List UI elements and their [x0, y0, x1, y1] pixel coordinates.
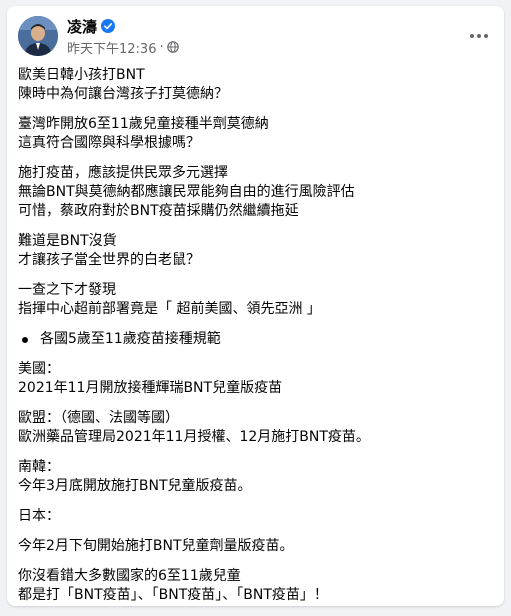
- globe-icon[interactable]: [166, 41, 179, 53]
- post-header: 凌濤 昨天下午12:36 ·: [7, 6, 504, 62]
- post-line: 陳時中為何讓台灣孩子打莫德納？: [18, 86, 228, 102]
- more-dot: [470, 34, 474, 38]
- author-name[interactable]: 凌濤: [67, 16, 97, 37]
- post-paragraph: 施打疫苗，應該提供民眾多元選擇 無論BNT與莫德納都應讓民眾能夠自由的進行風險評…: [18, 164, 488, 221]
- post-line: 2021年11月開放接種輝瑞BNT兒童版疫苗: [18, 380, 283, 396]
- meta-separator: ·: [159, 39, 164, 55]
- country-paragraph: 日本：: [18, 507, 488, 526]
- post-body: 歐美日韓小孩打BNT 陳時中為何讓台灣孩子打莫德納？ 臺灣昨開放6至11歲兒童接…: [18, 66, 488, 616]
- post-line: 無論BNT與莫德納都應讓民眾能夠自由的進行風險評估: [18, 184, 355, 200]
- more-dot: [477, 34, 481, 38]
- post-paragraph: 一查之下才發現 指揮中心超前部署竟是「 超前美國、領先亞洲 」: [18, 281, 488, 319]
- post-line: 這真符合國際與科學根據嗎？: [18, 135, 200, 151]
- post-paragraph: 難道是BNT沒貨 才讓孩子當全世界的白老鼠？: [18, 232, 488, 270]
- bullet-text: 各國5歲至11歲疫苗接種規範: [40, 331, 221, 347]
- country-paragraph: 南韓： 今年3月底開放施打BNT兒童版疫苗。: [18, 458, 488, 496]
- post-line: 歐美日韓小孩打BNT: [18, 67, 145, 83]
- post-line: 都是打「BNT疫苗」、「BNT疫苗」、「BNT疫苗」！: [18, 587, 328, 603]
- post-paragraph: 歐美日韓小孩打BNT 陳時中為何讓台灣孩子打莫德納？: [18, 66, 488, 104]
- post-line: 今年3月底開放施打BNT兒童版疫苗。: [18, 478, 252, 494]
- closing-paragraph: 你沒看錯大多數國家的6至11歲兒童 都是打「BNT疫苗」、「BNT疫苗」、「BN…: [18, 567, 488, 605]
- post-line: 今年2月下旬開始施打BNT兒童劑量版疫苗。: [18, 538, 294, 554]
- post-line: 臺灣昨開放6至11歲兒童接種半劑莫德納: [18, 116, 269, 132]
- post-line: 美國：: [18, 361, 60, 377]
- post-line: 可惜，蔡政府對於BNT疫苗採購仍然繼續拖延: [18, 203, 299, 219]
- bullet-paragraph: 各國5歲至11歲疫苗接種規範: [18, 330, 488, 349]
- author-avatar[interactable]: [18, 16, 58, 56]
- post-line: 歐洲藥品管理局2021年11月授權、12月施打BNT疫苗。: [18, 429, 370, 445]
- more-options-icon[interactable]: [463, 20, 495, 52]
- country-paragraph: 今年2月下旬開始施打BNT兒童劑量版疫苗。: [18, 537, 488, 556]
- bullet-icon: [22, 336, 28, 343]
- post-line: 施打疫苗，應該提供民眾多元選擇: [18, 165, 228, 181]
- post-line: 才讓孩子當全世界的白老鼠？: [18, 252, 200, 268]
- author-row: 凌濤: [67, 16, 116, 37]
- post-line: 指揮中心超前部署竟是「 超前美國、領先亞洲 」: [18, 301, 321, 317]
- country-paragraph: 美國： 2021年11月開放接種輝瑞BNT兒童版疫苗: [18, 360, 488, 398]
- post-timestamp[interactable]: 昨天下午12:36: [67, 38, 156, 57]
- post-line: 南韓：: [18, 459, 60, 475]
- post-meta: 昨天下午12:36 ·: [67, 38, 179, 57]
- post-line: 你沒看錯大多數國家的6至11歲兒童: [18, 568, 241, 584]
- bullet-item: 各國5歲至11歲疫苗接種規範: [18, 330, 488, 349]
- post-card: 凌濤 昨天下午12:36 · 歐美日韓小孩打BNT 陳時中為何讓台灣孩子打莫德納…: [7, 6, 504, 606]
- post-paragraph: 臺灣昨開放6至11歲兒童接種半劑莫德納 這真符合國際與科學根據嗎？: [18, 115, 488, 153]
- post-line: 難道是BNT沒貨: [18, 233, 117, 249]
- verified-badge-icon: [101, 19, 116, 33]
- country-paragraph: 歐盟：（德國、法國等國） 歐洲藥品管理局2021年11月授權、12月施打BNT疫…: [18, 409, 488, 447]
- avatar-photo: [18, 16, 58, 56]
- more-dot: [484, 34, 488, 38]
- post-line: 日本：: [18, 508, 60, 524]
- post-line: 歐盟：（德國、法國等國）: [18, 410, 179, 426]
- post-line: 一查之下才發現: [18, 282, 116, 298]
